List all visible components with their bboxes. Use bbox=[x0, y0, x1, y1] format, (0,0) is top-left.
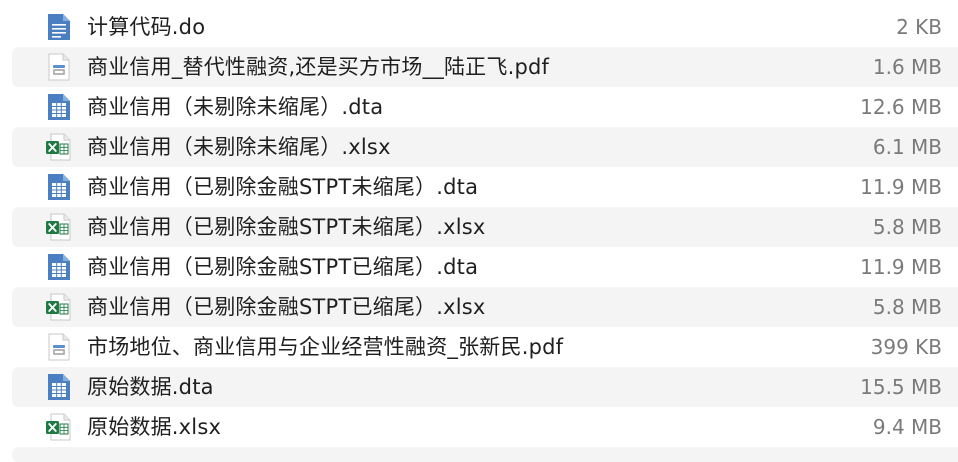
file-size: 11.9 MB bbox=[860, 175, 942, 199]
excel-file-icon bbox=[46, 213, 72, 241]
dta-file-icon bbox=[46, 373, 72, 401]
dta-file-icon bbox=[46, 93, 72, 121]
dta-file-icon bbox=[46, 253, 72, 281]
file-row[interactable]: 商业信用（未剔除未缩尾）.xlsx 6.1 MB bbox=[0, 127, 958, 167]
file-size: 15.5 MB bbox=[860, 375, 942, 399]
file-row[interactable]: 商业信用（已剔除金融STPT未缩尾）.xlsx 5.8 MB bbox=[0, 207, 958, 247]
excel-file-icon bbox=[46, 293, 72, 321]
file-size: 5.8 MB bbox=[872, 215, 942, 239]
excel-file-icon bbox=[46, 413, 72, 441]
file-name: 原始数据.dta bbox=[87, 375, 214, 399]
file-name: 原始数据.xlsx bbox=[87, 415, 222, 439]
file-name: 市场地位、商业信用与企业经营性融资_张新民.pdf bbox=[87, 335, 564, 359]
file-size: 1.6 MB bbox=[872, 55, 942, 79]
file-size: 12.6 MB bbox=[860, 95, 942, 119]
pdf-file-icon bbox=[46, 333, 72, 361]
file-name: 商业信用（已剔除金融STPT已缩尾）.dta bbox=[87, 255, 479, 279]
file-size: 11.9 MB bbox=[860, 255, 942, 279]
file-name: 商业信用（未剔除未缩尾）.dta bbox=[87, 95, 384, 119]
file-row[interactable]: 原始数据.xlsx 9.4 MB bbox=[0, 407, 958, 447]
file-row-partial bbox=[0, 447, 958, 462]
dta-file-icon bbox=[46, 173, 72, 201]
file-row[interactable]: 商业信用_替代性融资,还是买方市场__陆正飞.pdf 1.6 MB bbox=[0, 47, 958, 87]
file-name: 商业信用（已剔除金融STPT已缩尾）.xlsx bbox=[87, 295, 486, 319]
file-row[interactable]: 商业信用（未剔除未缩尾）.dta 12.6 MB bbox=[0, 87, 958, 127]
do-file-icon bbox=[46, 13, 72, 41]
file-name: 商业信用（已剔除金融STPT未缩尾）.xlsx bbox=[87, 215, 486, 239]
file-row[interactable]: 原始数据.dta 15.5 MB bbox=[0, 367, 958, 407]
file-name: 商业信用（已剔除金融STPT未缩尾）.dta bbox=[87, 175, 479, 199]
file-row[interactable]: 商业信用（已剔除金融STPT未缩尾）.dta 11.9 MB bbox=[0, 167, 958, 207]
excel-file-icon bbox=[46, 133, 72, 161]
file-row[interactable]: 商业信用（已剔除金融STPT已缩尾）.dta 11.9 MB bbox=[0, 247, 958, 287]
file-row[interactable]: 商业信用（已剔除金融STPT已缩尾）.xlsx 5.8 MB bbox=[0, 287, 958, 327]
file-row[interactable]: 计算代码.do 2 KB bbox=[0, 7, 958, 47]
file-list: 计算代码.do 2 KB 商业信用_替代性融资,还是买方市场__陆正飞.pdf 1.… bbox=[0, 7, 958, 462]
file-name: 商业信用（未剔除未缩尾）.xlsx bbox=[87, 135, 391, 159]
pdf-file-icon bbox=[46, 53, 72, 81]
file-size: 9.4 MB bbox=[872, 415, 942, 439]
file-size: 5.8 MB bbox=[872, 295, 942, 319]
file-name: 商业信用_替代性融资,还是买方市场__陆正飞.pdf bbox=[87, 55, 550, 79]
file-size: 399 KB bbox=[870, 335, 942, 359]
file-size: 6.1 MB bbox=[872, 135, 942, 159]
file-name: 计算代码.do bbox=[87, 15, 206, 39]
file-row[interactable]: 市场地位、商业信用与企业经营性融资_张新民.pdf 399 KB bbox=[0, 327, 958, 367]
file-size: 2 KB bbox=[896, 15, 942, 39]
